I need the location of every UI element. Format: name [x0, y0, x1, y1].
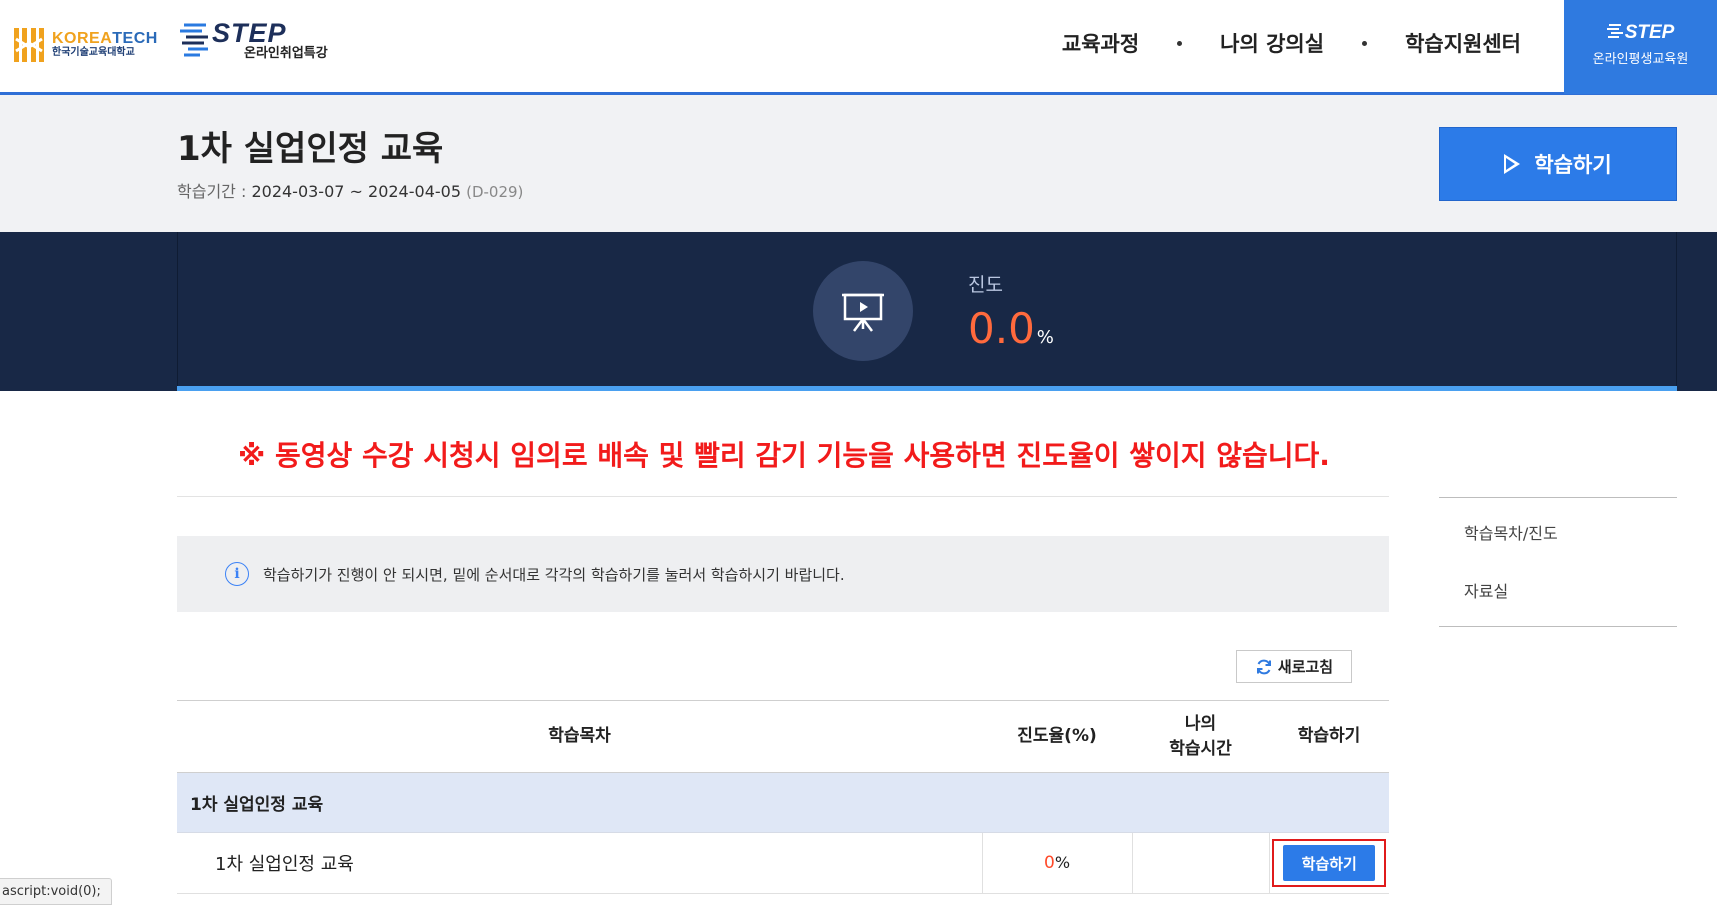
period-label: 학습기간 : [177, 182, 252, 201]
lesson-progress-rate: 0% [981, 832, 1132, 894]
refresh-button[interactable]: 새로고침 [1236, 650, 1352, 683]
lesson-action-cell: 학습하기 [1268, 832, 1389, 894]
nav-courses[interactable]: 교육과정 [1062, 28, 1139, 58]
nav-support-center[interactable]: 학습지원센터 [1405, 28, 1521, 58]
divider [177, 496, 1389, 497]
col-header-time: 나의 학습시간 [1132, 700, 1269, 773]
play-icon [1504, 154, 1521, 174]
step-logo-ko: 온라인취업특강 [244, 46, 328, 61]
lesson-name: 1차 실업인정 교육 [177, 832, 982, 894]
course-period: 학습기간 : 2024-03-07 ~ 2024-04-05 (D-029) [177, 178, 523, 202]
koreatech-logo-ko: 한국기술교육대학교 [52, 47, 135, 59]
step-box-ko: 온라인평생교육원 [1592, 52, 1689, 67]
table-group-row: 1차 실업인정 교육 [177, 772, 1389, 833]
step-lifelong-link[interactable]: STEP 온라인평생교육원 [1564, 0, 1717, 94]
site-header: KOREATECH 한국기술교육대학교 STEP 온라인취업특강 교육과정 나의… [0, 0, 1717, 95]
nav-separator [1177, 40, 1183, 46]
step-logo-en: STEP [212, 18, 287, 48]
table-row: 1차 실업인정 교육 0% 학습하기 [177, 832, 1389, 894]
info-notice: i 학습하기가 진행이 안 되시면, 밑에 순서대로 각각의 학습하기를 눌러서… [177, 536, 1389, 612]
progress-label: 진도 [968, 274, 1003, 296]
koreatech-logo-en: KOREATECH [52, 30, 158, 48]
presentation-icon [813, 261, 913, 361]
progress-band: 진도 0.0% [0, 232, 1717, 391]
col-header-rate: 진도율(%) [982, 700, 1132, 773]
nav-separator [1362, 40, 1368, 46]
side-nav-resources[interactable]: 자료실 [1464, 578, 1508, 602]
lesson-learn-button[interactable]: 학습하기 [1283, 845, 1376, 881]
col-header-action: 학습하기 [1269, 700, 1389, 773]
step-mark-icon [180, 21, 210, 59]
table-header-row: 학습목차 진도율(%) 나의 학습시간 학습하기 [177, 700, 1389, 773]
progress-panel: 진도 0.0% [177, 232, 1677, 391]
playback-speed-warning: ※ 동영상 수강 시청시 임의로 배속 및 빨리 감기 기능을 사용하면 진도율… [238, 439, 1330, 472]
col-header-toc: 학습목차 [177, 700, 982, 773]
refresh-label: 새로고침 [1277, 658, 1334, 676]
nav-my-classroom[interactable]: 나의 강의실 [1220, 28, 1324, 58]
lesson-table: 학습목차 진도율(%) 나의 학습시간 학습하기 1차 실업인정 교육 1차 실업… [177, 700, 1389, 894]
step-logo[interactable]: STEP 온라인취업특강 [180, 20, 328, 60]
highlight-box: 학습하기 [1272, 839, 1387, 887]
side-nav: 학습목차/진도 자료실 [1439, 497, 1677, 627]
step-box-en: STEP [1564, 22, 1717, 44]
progress-bar-track [177, 386, 1677, 391]
info-icon: i [225, 562, 249, 586]
koreatech-logo[interactable]: KOREATECH 한국기술교육대학교 [12, 22, 158, 68]
start-learning-label: 학습하기 [1534, 153, 1612, 177]
koreatech-emblem-icon [12, 25, 46, 65]
step-box-mark-icon [1606, 24, 1623, 38]
page-title: 1차 실업인정 교육 [177, 129, 444, 169]
course-title-band: 1차 실업인정 교육 학습기간 : 2024-03-07 ~ 2024-04-0… [0, 95, 1717, 232]
dday-badge: (D-029) [466, 183, 524, 201]
side-nav-toc-progress[interactable]: 학습목차/진도 [1464, 520, 1558, 544]
progress-value: 0.0% [968, 304, 1054, 353]
refresh-icon [1256, 659, 1271, 674]
group-title: 1차 실업인정 교육 [177, 772, 1389, 833]
info-text: 학습하기가 진행이 안 되시면, 밑에 순서대로 각각의 학습하기를 눌러서 학… [263, 565, 845, 584]
global-nav: 교육과정 나의 강의실 학습지원센터 [1062, 26, 1521, 60]
browser-status-bar: ascript:void(0); [0, 878, 112, 905]
lesson-study-time [1131, 832, 1269, 894]
start-learning-button[interactable]: 학습하기 [1439, 127, 1677, 201]
period-value: 2024-03-07 ~ 2024-04-05 [251, 182, 461, 201]
